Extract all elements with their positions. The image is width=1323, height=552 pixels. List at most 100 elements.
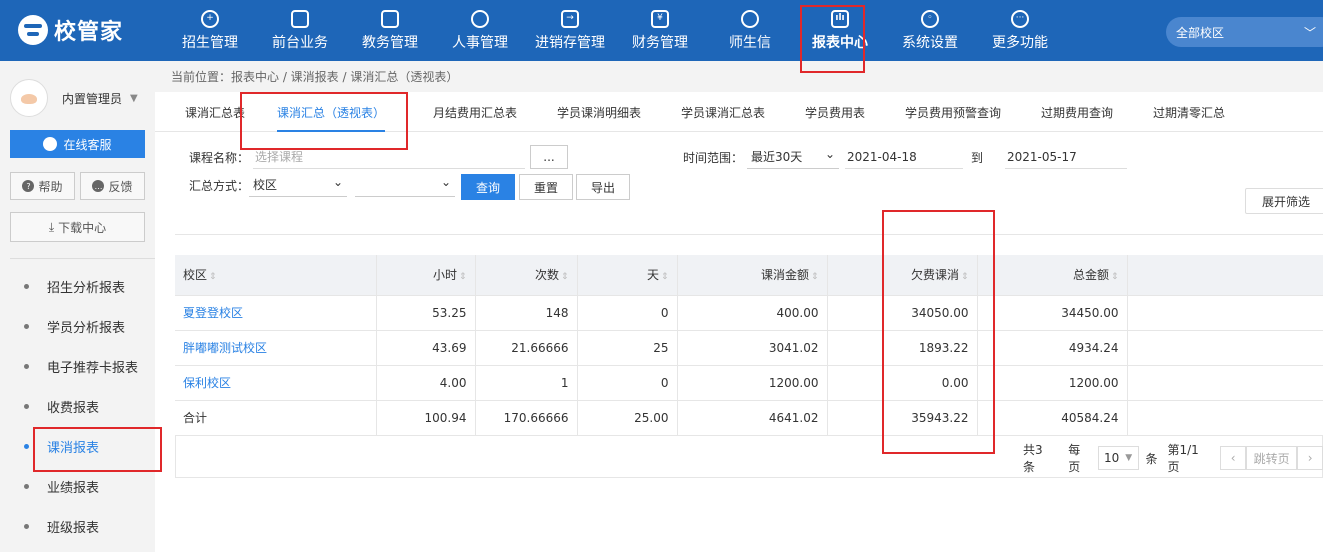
main-content: 当前位置：报表中心 / 课消报表 / 课消汇总（透视表） 课消汇总表 课消汇总（… — [155, 61, 1323, 552]
tab-fee-warning[interactable]: 学员费用预警查询 — [905, 92, 1001, 132]
sidebar: 内置管理员 ▼ 在线客服 ? 帮助 … 反馈 ⤓ 下载中心 招生分析报表 学员分析报… — [0, 61, 155, 552]
yen-icon: ¥ — [651, 9, 669, 28]
export-button[interactable]: 导出 — [576, 174, 630, 200]
column-header-hours[interactable]: 小时 ⇕ — [376, 255, 476, 296]
expand-filter-button[interactable]: 展开筛选 — [1245, 188, 1323, 214]
pager-per-page-label: 每页 — [1068, 443, 1081, 474]
time-range-select[interactable]: 最近30天 ⌄ — [747, 145, 839, 169]
column-header-label: 校区 — [183, 268, 208, 283]
nav-label: 进销存管理 — [535, 34, 605, 51]
sidebar-item-enrollment-report[interactable]: 招生分析报表 — [0, 266, 155, 306]
logo[interactable]: 校管家 — [18, 14, 123, 46]
column-header-amount[interactable]: 课消金额 ⇕ — [677, 255, 828, 296]
sort-icon[interactable]: ⇕ — [561, 272, 569, 282]
cell-count: 21.66666 — [475, 330, 578, 366]
tab-student-fee[interactable]: 学员费用表 — [805, 92, 865, 132]
sort-icon[interactable]: ⇕ — [811, 272, 819, 282]
prev-page-button[interactable]: ‹ — [1220, 446, 1246, 470]
next-page-button[interactable]: › — [1297, 446, 1323, 470]
nav-item-messages[interactable]: 师生信 — [705, 0, 795, 61]
start-date-input[interactable]: 2021-04-18 — [845, 145, 963, 169]
column-header-count[interactable]: 次数 ⇕ — [475, 255, 578, 296]
nav-item-academic[interactable]: 教务管理 — [345, 0, 435, 61]
online-service-label: 在线客服 — [63, 137, 112, 152]
nav-item-front-desk[interactable]: 前台业务 — [255, 0, 345, 61]
feedback-button[interactable]: … 反馈 — [80, 172, 145, 200]
chat-icon — [741, 9, 759, 28]
online-service-button[interactable]: 在线客服 — [10, 130, 145, 158]
query-button[interactable]: 查询 — [461, 174, 515, 200]
course-picker-button[interactable]: ... — [530, 145, 568, 169]
sidebar-item-label: 业绩报表 — [47, 480, 100, 496]
mode-select[interactable]: 校区 ⌄ — [249, 173, 347, 197]
table-row: 夏登登校区 53.25 148 0 400.00 34050.00 34450.… — [175, 295, 1323, 331]
nav-item-inventory[interactable]: → 进销存管理 — [525, 0, 615, 61]
chevron-right-icon: › — [1307, 451, 1313, 465]
time-range-value: 最近30天 — [751, 150, 803, 164]
campus-link[interactable]: 夏登登校区 — [175, 295, 377, 331]
download-icon: ⤓ — [48, 219, 55, 234]
tab-expired-fee[interactable]: 过期费用查询 — [1041, 92, 1113, 132]
jump-page-button[interactable]: 跳转页 — [1245, 446, 1298, 470]
bullet-icon — [24, 363, 29, 369]
reset-button[interactable]: 重置 — [519, 174, 573, 200]
nav-item-settings[interactable]: ◦ 系统设置 — [885, 0, 975, 61]
sidebar-item-performance-report[interactable]: 业绩报表 — [0, 466, 155, 506]
total-label: 合计 — [175, 400, 377, 436]
column-header-label: 课消金额 — [760, 268, 809, 283]
sidebar-item-student-report[interactable]: 学员分析报表 — [0, 306, 155, 346]
course-input[interactable]: 选择课程 — [253, 145, 525, 169]
avatar — [10, 79, 48, 117]
tab-consumption-summary[interactable]: 课消汇总表 — [185, 92, 245, 132]
column-header-days[interactable]: 天 ⇕ — [577, 255, 678, 296]
tab-student-consumption-detail[interactable]: 学员课消明细表 — [557, 92, 641, 132]
campus-link[interactable]: 保利校区 — [175, 365, 377, 401]
tab-consumption-pivot[interactable]: 课消汇总（透视表） — [277, 92, 386, 132]
cell-amount: 3041.02 — [677, 330, 828, 366]
download-center-button[interactable]: ⤓ 下载中心 — [10, 212, 145, 242]
settings-icon: ◦ — [921, 9, 939, 28]
filter-panel: 课程名称： 选择课程 ... 汇总方式： 校区 ⌄ ⌄ 查询 重置 导出 时间范… — [155, 132, 1323, 232]
tab-student-consumption-summary[interactable]: 学员课消汇总表 — [681, 92, 765, 132]
nav-item-reports[interactable]: ılı 报表中心 — [795, 0, 885, 61]
cell-days: 0 — [577, 365, 678, 401]
pager-total: 共3条 — [1023, 443, 1043, 474]
sidebar-item-label: 电子推荐卡报表 — [47, 360, 139, 376]
expand-filter-label: 展开筛选 — [1262, 194, 1311, 209]
sidebar-item-referral-report[interactable]: 电子推荐卡报表 — [0, 346, 155, 386]
cell-spacer — [1127, 400, 1323, 436]
user-plus-icon: + — [201, 9, 219, 28]
sidebar-item-consumption-report[interactable]: 课消报表 — [0, 426, 155, 466]
sort-icon[interactable]: ⇕ — [209, 272, 217, 282]
sort-icon[interactable]: ⇕ — [459, 272, 467, 282]
campus-select[interactable]: 全部校区 ﹀ — [1166, 17, 1323, 47]
nav-item-enrollment[interactable]: + 招生管理 — [165, 0, 255, 61]
end-date-input[interactable]: 2021-05-17 — [1005, 145, 1127, 169]
chevron-down-icon: ⌄ — [824, 147, 835, 161]
column-header-total[interactable]: 总金额 ⇕ — [977, 255, 1128, 296]
cell-arrears: 34050.00 — [827, 295, 978, 331]
column-header-campus[interactable]: 校区 ⇕ — [175, 255, 377, 296]
campus-link[interactable]: 胖嘟嘟测试校区 — [175, 330, 377, 366]
mode-sub-select[interactable]: ⌄ — [355, 173, 455, 197]
column-header-label: 欠费课消 — [910, 268, 959, 283]
tab-expired-clear[interactable]: 过期清零汇总 — [1153, 92, 1225, 132]
column-header-arrears[interactable]: 欠费课消 ⇕ — [827, 255, 978, 296]
table-header-row: 校区 ⇕ 小时 ⇕ 次数 ⇕ 天 ⇕ 课消金额 ⇕ 欠费课消 ⇕ 总金额 ⇕ — [175, 255, 1323, 296]
nav-item-finance[interactable]: ¥ 财务管理 — [615, 0, 705, 61]
feedback-label: 反馈 — [108, 179, 133, 194]
cell-spacer — [1127, 365, 1323, 401]
nav-item-more[interactable]: ··· 更多功能 — [975, 0, 1065, 61]
cell-amount: 1200.00 — [677, 365, 828, 401]
sort-icon[interactable]: ⇕ — [961, 272, 969, 282]
help-button[interactable]: ? 帮助 — [10, 172, 75, 200]
cell-total: 34450.00 — [977, 295, 1128, 331]
tab-monthly-fee-summary[interactable]: 月结费用汇总表 — [433, 92, 517, 132]
sort-icon[interactable]: ⇕ — [661, 272, 669, 282]
sidebar-item-fee-report[interactable]: 收费报表 — [0, 386, 155, 426]
sort-icon[interactable]: ⇕ — [1111, 272, 1119, 282]
page-size-select[interactable]: 10 ▼ — [1097, 446, 1140, 470]
nav-item-hr[interactable]: 人事管理 — [435, 0, 525, 61]
user-menu[interactable]: 内置管理员 ▼ — [10, 79, 138, 117]
sidebar-item-class-report[interactable]: 班级报表 — [0, 506, 155, 546]
